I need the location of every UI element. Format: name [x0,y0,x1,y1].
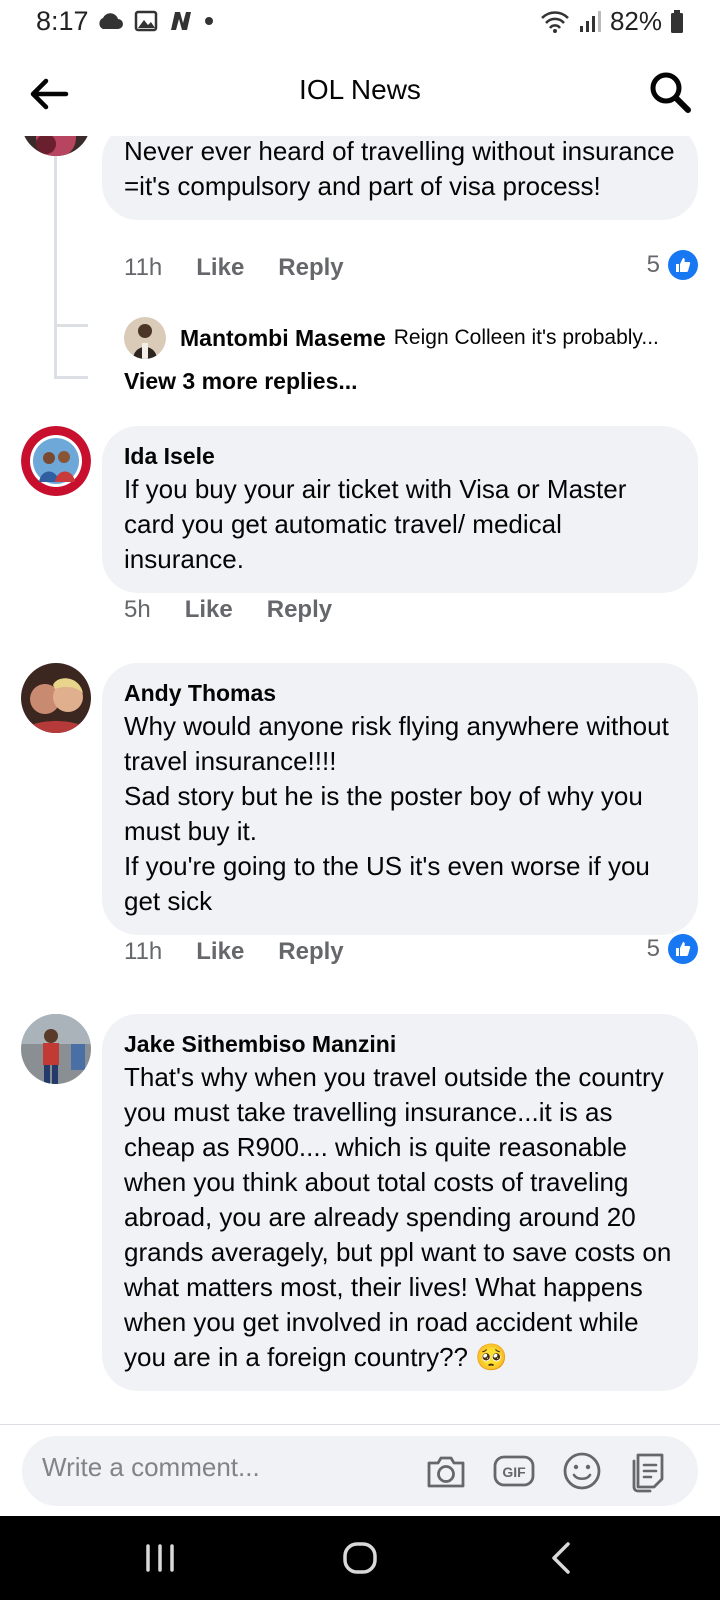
comment-bubble[interactable]: Never ever heard of travelling without i… [102,136,698,220]
comment-time: 11h [124,254,163,281]
like-button[interactable]: Like [185,596,233,624]
reply-author[interactable]: Mantombi Maseme [180,325,386,352]
commenter-avatar[interactable] [21,426,91,496]
gallery-icon [134,10,158,32]
comment-bubble[interactable]: Jake Sithembiso Manzini That's why when … [102,1014,698,1391]
svg-text:GIF: GIF [502,1464,526,1480]
composer-divider [0,1424,720,1425]
reply-button[interactable]: Reply [267,596,332,624]
like-button[interactable]: Like [196,254,244,282]
search-icon [650,72,691,113]
thread-line [54,324,88,327]
comments-list[interactable]: Never ever heard of travelling without i… [0,136,720,1424]
battery-percent: 82% [609,6,662,36]
comment-actions: 11h Like Reply [124,254,344,282]
comment-text: If you buy your air ticket with Visa or … [124,474,627,574]
system-navigation-bar [0,1516,720,1600]
comment-author[interactable]: Ida Isele [124,440,678,472]
commenter-avatar[interactable] [21,1014,91,1084]
comment-time: 11h [124,938,163,965]
comment-text: That's why when you travel outside the c… [124,1062,672,1372]
commenter-avatar[interactable] [21,663,91,733]
emoji-icon[interactable] [560,1449,604,1493]
reaction-number: 5 [646,251,660,278]
app-header: IOL News [0,56,720,136]
camera-icon[interactable] [424,1449,468,1493]
thread-line [54,152,57,378]
comment-composer[interactable]: GIF [22,1436,698,1506]
comment-bubble[interactable]: Andy Thomas Why would anyone risk flying… [102,663,698,935]
search-button[interactable] [646,68,694,116]
thumbs-up-icon [668,250,698,280]
status-bar: 8:17 82% [0,0,720,44]
battery-icon [671,9,683,33]
reaction-count[interactable]: 5 [647,934,698,964]
comment-input[interactable] [42,1452,422,1483]
comment-text: Never ever heard of travelling without i… [124,136,675,201]
thread-line [54,376,88,379]
home-icon[interactable] [338,1536,382,1580]
comment-time: 5h [124,596,151,623]
comment-text: Why would anyone risk flying anywhere wi… [124,711,669,916]
reply-avatar[interactable] [124,317,166,359]
gif-icon[interactable]: GIF [492,1449,536,1493]
comment-actions: 5h Like Reply [124,596,332,624]
view-more-replies-link[interactable]: View 3 more replies... [124,368,358,395]
like-button[interactable]: Like [196,938,244,966]
reply-button[interactable]: Reply [278,254,343,282]
status-notification-icons [96,10,214,32]
reaction-number: 5 [646,935,660,962]
thumbs-up-icon [668,934,698,964]
signal-icon [579,10,601,32]
comment-bubble[interactable]: Ida Isele If you buy your air ticket wit… [102,426,698,593]
reply-preview[interactable]: Mantombi Maseme Reign Colleen it's proba… [124,316,704,360]
status-system-icons: 82% [540,6,684,37]
commenter-avatar[interactable] [21,136,91,156]
comment-author[interactable]: Jake Sithembiso Manzini [124,1028,678,1060]
comment-author[interactable]: Andy Thomas [124,677,678,709]
wifi-icon [541,10,569,33]
reply-button[interactable]: Reply [278,938,343,966]
recent-apps-icon[interactable] [138,1536,182,1580]
n-app-icon [171,12,191,30]
status-time: 8:17 [36,6,89,36]
reaction-count[interactable]: 5 [647,250,698,280]
page-title: IOL News [299,74,421,105]
comment-actions: 11h Like Reply [124,938,344,966]
dot-icon [205,17,213,25]
sticker-icon[interactable] [628,1449,672,1493]
cloud-icon [99,13,123,29]
reply-snippet: Reign Colleen it's probably... [393,326,659,349]
system-back-icon[interactable] [540,1536,584,1580]
